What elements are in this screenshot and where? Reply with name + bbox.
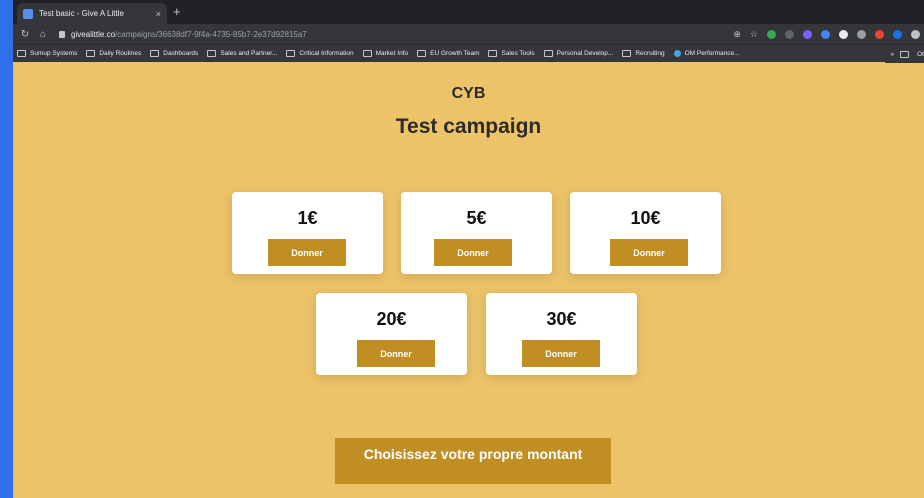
url-domain: givealittle.co bbox=[71, 29, 116, 39]
donation-amount: 1€ bbox=[297, 208, 318, 228]
donation-card-5: 5€ Donner bbox=[401, 192, 552, 274]
bookmark-recruiting[interactable]: Recruiting bbox=[622, 50, 665, 57]
donation-amount: 20€ bbox=[376, 309, 407, 329]
bookmark-personal-develop[interactable]: Personal Develop... bbox=[543, 50, 614, 57]
tab-active[interactable]: Test basic - Give A Little × bbox=[17, 3, 167, 24]
bookmark-label: Market Info bbox=[375, 50, 409, 57]
lock-icon bbox=[59, 30, 65, 38]
donate-button[interactable]: Donner bbox=[610, 239, 688, 266]
new-tab-icon[interactable]: + bbox=[173, 4, 181, 19]
bookmark-label: Dashboards bbox=[163, 50, 199, 57]
custom-amount-button[interactable]: Choisissez votre propre montant bbox=[335, 438, 611, 484]
url-path: /campaigns/36638df7-9f4a-4735-85b7-2e37d… bbox=[115, 29, 307, 39]
folder-icon bbox=[900, 50, 910, 58]
address-bar[interactable]: givealittle.co /campaigns/36638df7-9f4a-… bbox=[55, 26, 705, 42]
campaign-page: CYB Test campaign 1€ Donner 5€ Donner 10… bbox=[13, 62, 924, 498]
donate-button[interactable]: Donner bbox=[434, 239, 512, 266]
bookmark-label: Personal Develop... bbox=[556, 50, 614, 57]
reload-icon[interactable]: ↻ bbox=[19, 29, 31, 40]
folder-icon bbox=[362, 50, 372, 57]
bookmark-sales-partner[interactable]: Sales and Partner... bbox=[207, 50, 277, 57]
folder-icon bbox=[86, 50, 96, 57]
site-favicon-icon bbox=[23, 8, 33, 19]
bookmark-label: Daily Routines bbox=[99, 50, 142, 57]
organization-name: CYB bbox=[451, 85, 486, 102]
bookmark-star-icon[interactable]: ☆ bbox=[750, 29, 758, 40]
bookmark-critical-information[interactable]: Critical Information bbox=[286, 50, 354, 57]
bookmark-sales-tools[interactable]: Sales Tools bbox=[488, 50, 535, 57]
bookmark-sumup-systems[interactable]: Sumup Systems bbox=[17, 50, 77, 57]
extension-red-icon[interactable] bbox=[875, 29, 884, 39]
bookmarks-bar: Sumup Systems Daily Routines Dashboards … bbox=[13, 44, 924, 63]
bookmark-dashboards[interactable]: Dashboards bbox=[150, 50, 198, 57]
folder-icon bbox=[286, 50, 296, 57]
tab-title: Test basic - Give A Little bbox=[39, 9, 124, 18]
campaign-title: Test campaign bbox=[395, 115, 542, 138]
bookmark-label: Sales Tools bbox=[501, 50, 535, 57]
toolbar-actions: ⊕ ☆ bbox=[733, 27, 920, 41]
bookmarks-overflow-chevron-icon[interactable]: » bbox=[891, 51, 895, 58]
tab-strip: Test basic - Give A Little × + bbox=[13, 0, 924, 24]
folder-icon bbox=[207, 50, 217, 57]
browser-window: Test basic - Give A Little × + ↻ ⌂ givea… bbox=[13, 0, 924, 498]
extension-cloud-icon[interactable] bbox=[893, 29, 902, 39]
extension-green-icon[interactable] bbox=[767, 29, 776, 39]
folder-icon bbox=[417, 50, 427, 57]
bookmark-label: Recruiting bbox=[635, 50, 665, 57]
bookmark-label: OM Performance... bbox=[684, 50, 740, 57]
extension-more-icon[interactable] bbox=[785, 29, 794, 39]
extension-grey-icon[interactable] bbox=[857, 29, 866, 39]
close-tab-icon[interactable]: × bbox=[156, 9, 161, 19]
folder-icon bbox=[543, 50, 553, 57]
donation-amount: 30€ bbox=[546, 309, 577, 329]
bookmark-label: EU Growth Team bbox=[430, 50, 480, 57]
bookmark-label: Sumup Systems bbox=[30, 50, 78, 57]
folder-icon bbox=[150, 50, 160, 57]
extension-blue-icon[interactable] bbox=[821, 29, 830, 39]
folder-icon bbox=[622, 50, 632, 57]
browser-toolbar: ↻ ⌂ givealittle.co /campaigns/36638df7-9… bbox=[13, 24, 924, 44]
extension-profile-icon[interactable] bbox=[839, 29, 848, 39]
donation-amount: 10€ bbox=[630, 208, 661, 228]
bookmark-label: Critical Information bbox=[299, 50, 354, 57]
extension-puzzle-icon[interactable] bbox=[911, 29, 920, 39]
om-performance-icon bbox=[673, 50, 681, 57]
other-bookmarks-label[interactable]: Ot bbox=[917, 51, 924, 58]
donate-button[interactable]: Donner bbox=[357, 340, 435, 367]
donate-button[interactable]: Donner bbox=[522, 340, 600, 367]
home-icon[interactable]: ⌂ bbox=[37, 29, 49, 40]
donate-button[interactable]: Donner bbox=[268, 239, 346, 266]
bookmark-market-info[interactable]: Market Info bbox=[362, 50, 409, 57]
bookmark-om-performance[interactable]: OM Performance... bbox=[673, 50, 740, 57]
bookmark-label: Sales and Partner... bbox=[220, 50, 278, 57]
donation-card-20: 20€ Donner bbox=[316, 293, 467, 375]
folder-icon bbox=[488, 50, 498, 57]
donation-card-10: 10€ Donner bbox=[570, 192, 721, 274]
donation-amount: 5€ bbox=[466, 208, 487, 228]
bookmarks-overflow: » Ot bbox=[884, 45, 924, 63]
folder-icon bbox=[17, 50, 26, 57]
donation-card-30: 30€ Donner bbox=[486, 293, 637, 375]
bookmark-eu-growth-team[interactable]: EU Growth Team bbox=[417, 50, 479, 57]
bookmark-daily-routines[interactable]: Daily Routines bbox=[86, 50, 141, 57]
extension-purple-icon[interactable] bbox=[803, 29, 812, 39]
donation-card-1: 1€ Donner bbox=[232, 192, 383, 274]
add-shortcut-icon[interactable]: ⊕ bbox=[733, 29, 741, 40]
